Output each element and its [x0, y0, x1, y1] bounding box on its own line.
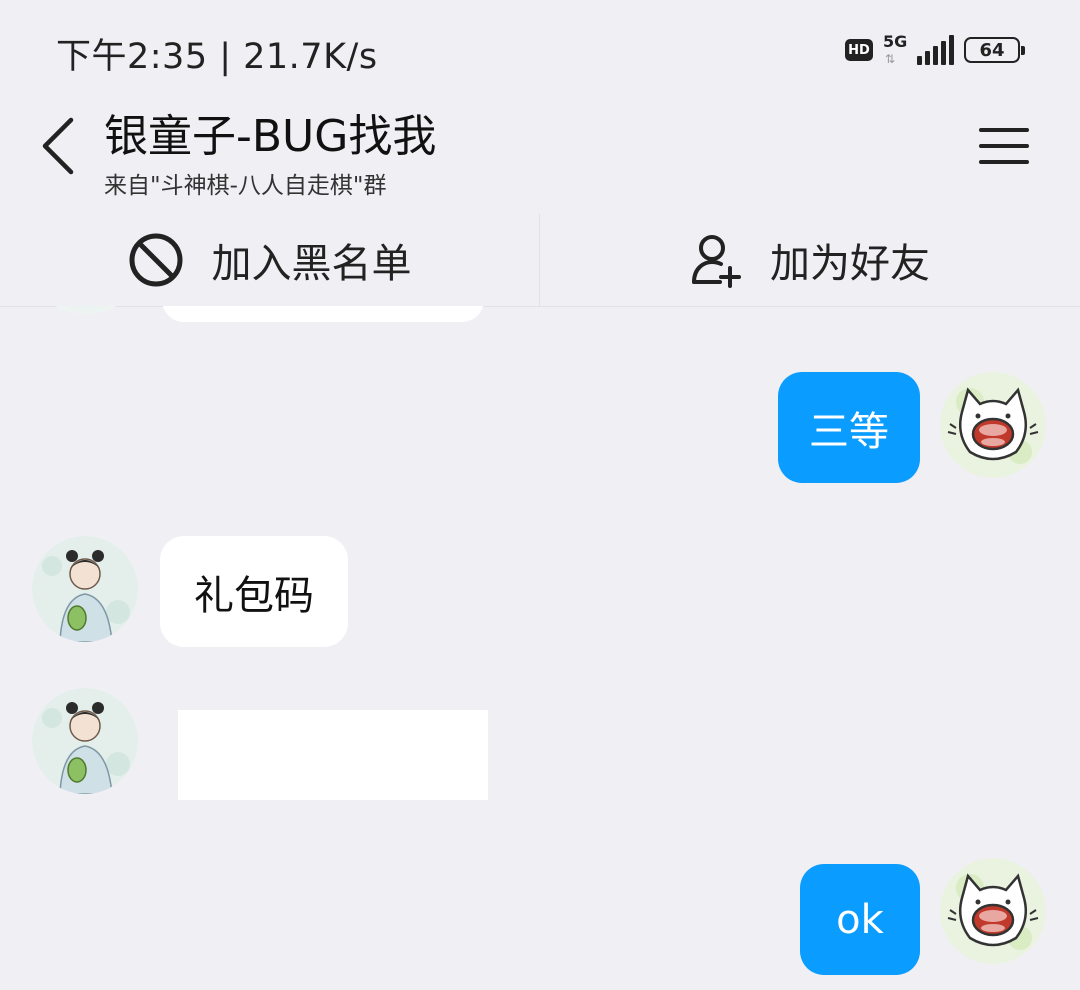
page-title: 银童子-BUG找我	[104, 111, 437, 162]
avatar	[40, 306, 132, 314]
network-type: 5G	[883, 32, 908, 51]
data-arrows-icon: ⇅	[885, 52, 896, 66]
back-button[interactable]	[30, 111, 86, 181]
message-bubble-me[interactable]: ok	[800, 864, 920, 975]
message-text: 三等	[809, 408, 889, 455]
battery-level: 64	[979, 39, 1005, 61]
status-indicators: HD 5G ⇅ 64	[845, 30, 1025, 70]
add-to-blacklist-label: 加入黑名单	[211, 241, 412, 287]
signal-bars-icon	[917, 35, 954, 65]
hd-icon: HD	[845, 39, 873, 61]
no-entry-icon	[129, 233, 182, 287]
message-bubble-them[interactable]: 礼包码	[160, 536, 348, 647]
avatar-them[interactable]	[32, 536, 138, 642]
status-bar: 下午2:35 | 21.7K/s HD 5G ⇅ 64	[0, 0, 1080, 96]
status-time-speed: 下午2:35 | 21.7K/s	[56, 37, 378, 77]
chat-header: 银童子-BUG找我 来自"斗神棋-八人自走棋"群	[0, 96, 1080, 214]
menu-button[interactable]	[976, 118, 1032, 174]
chevron-left-icon	[42, 117, 74, 175]
network-indicator: 5G ⇅	[883, 32, 907, 68]
message-bubble-me[interactable]: 三等	[778, 372, 920, 483]
cat-avatar-icon	[940, 372, 1046, 478]
page-subtitle: 来自"斗神棋-八人自走棋"群	[104, 173, 387, 199]
add-to-blacklist-button[interactable]: 加入黑名单	[0, 214, 539, 306]
person-add-icon	[692, 235, 741, 288]
avatar-them[interactable]	[32, 688, 138, 794]
message-media-blank[interactable]	[178, 710, 488, 800]
hamburger-menu-icon	[979, 128, 1029, 164]
avatar-me[interactable]	[940, 372, 1046, 478]
cat-avatar-icon	[940, 858, 1046, 964]
message-text: 礼包码	[194, 572, 314, 619]
add-friend-button[interactable]: 加为好友	[540, 214, 1080, 306]
avatar-me[interactable]	[940, 858, 1046, 964]
character-avatar-icon	[32, 688, 138, 794]
add-friend-label: 加为好友	[770, 241, 930, 287]
message-bubble-partial[interactable]	[162, 306, 484, 322]
action-bar: 加入黑名单 加为好友	[0, 214, 1080, 307]
chat-messages[interactable]: 三等 礼包码 ok	[0, 306, 1080, 990]
message-text: ok	[836, 896, 884, 943]
battery-icon: 64	[964, 37, 1025, 63]
character-avatar-icon	[32, 536, 138, 642]
